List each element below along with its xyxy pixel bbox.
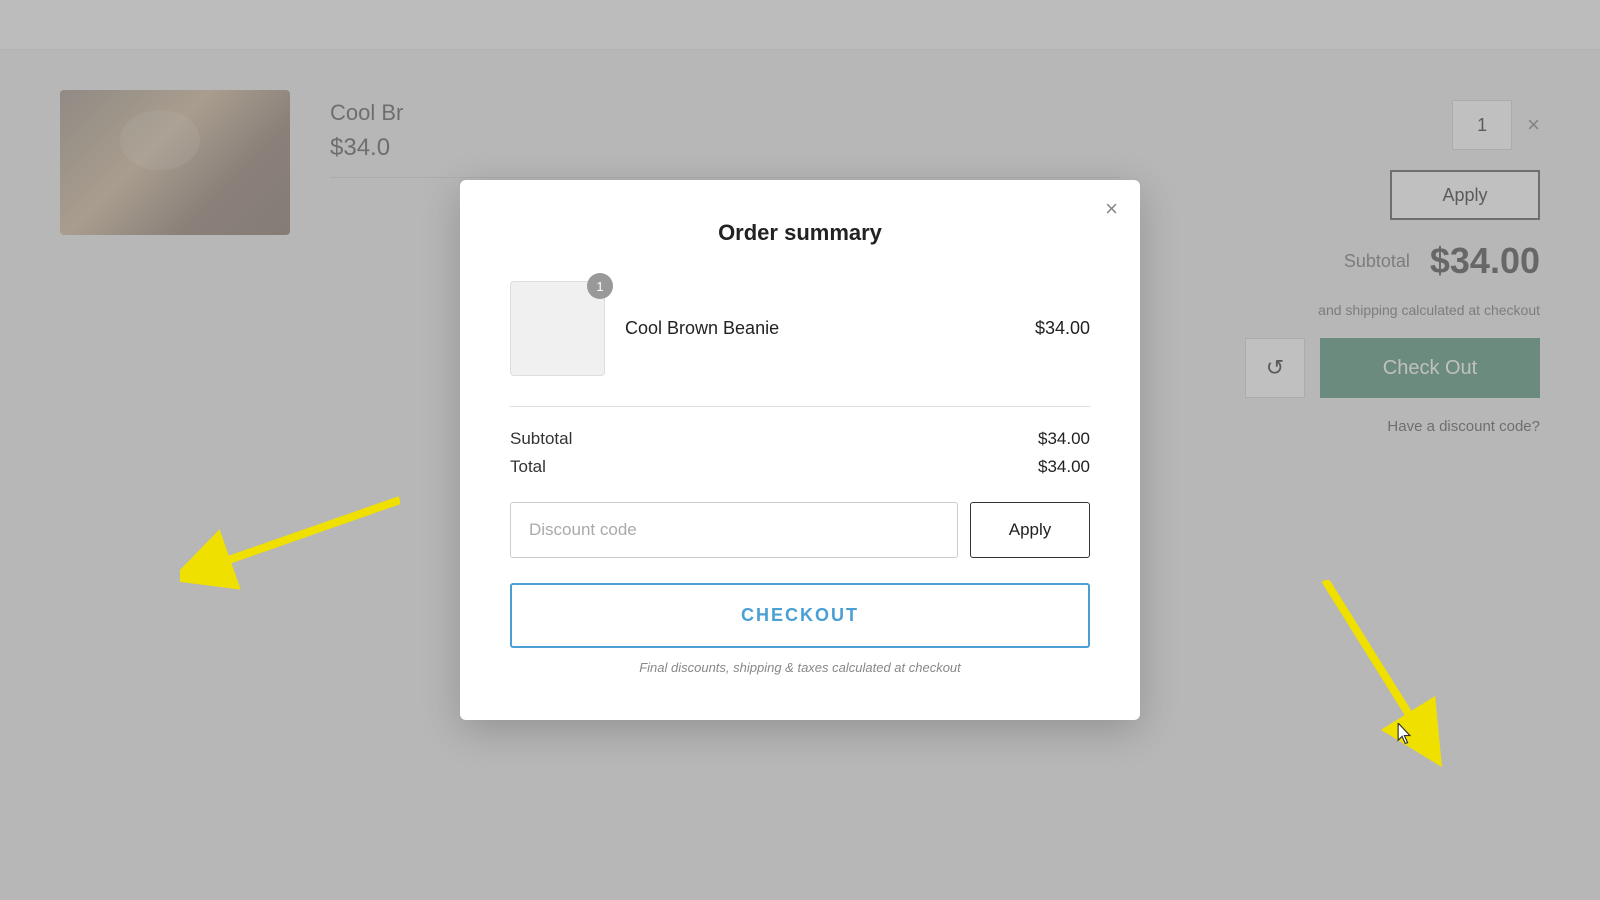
modal-apply-button[interactable]: Apply — [970, 502, 1090, 558]
modal-discount-row: Apply — [510, 502, 1090, 558]
modal-product-name: Cool Brown Beanie — [625, 318, 1035, 339]
modal-divider — [510, 406, 1090, 407]
modal-total-value: $34.00 — [1038, 457, 1090, 477]
modal-product-row: 1 Cool Brown Beanie $34.00 — [510, 281, 1090, 376]
modal-overlay: × Order summary 1 Cool Brown Beanie $34.… — [0, 0, 1600, 900]
modal-subtotal-value: $34.00 — [1038, 429, 1090, 449]
order-summary-modal: × Order summary 1 Cool Brown Beanie $34.… — [460, 180, 1140, 720]
discount-code-input[interactable] — [510, 502, 958, 558]
modal-total-label: Total — [510, 457, 546, 477]
modal-product-qty-badge: 1 — [587, 273, 613, 299]
modal-close-button[interactable]: × — [1105, 198, 1118, 220]
modal-checkout-button[interactable]: CHECKOUT — [510, 583, 1090, 648]
modal-total-row: Total $34.00 — [510, 457, 1090, 477]
modal-subtotal-row: Subtotal $34.00 — [510, 429, 1090, 449]
modal-product-img-wrap: 1 — [510, 281, 605, 376]
modal-checkout-note: Final discounts, shipping & taxes calcul… — [510, 660, 1090, 675]
modal-totals: Subtotal $34.00 Total $34.00 — [510, 429, 1090, 477]
modal-product-price: $34.00 — [1035, 318, 1090, 339]
modal-subtotal-label: Subtotal — [510, 429, 572, 449]
modal-title: Order summary — [510, 220, 1090, 246]
